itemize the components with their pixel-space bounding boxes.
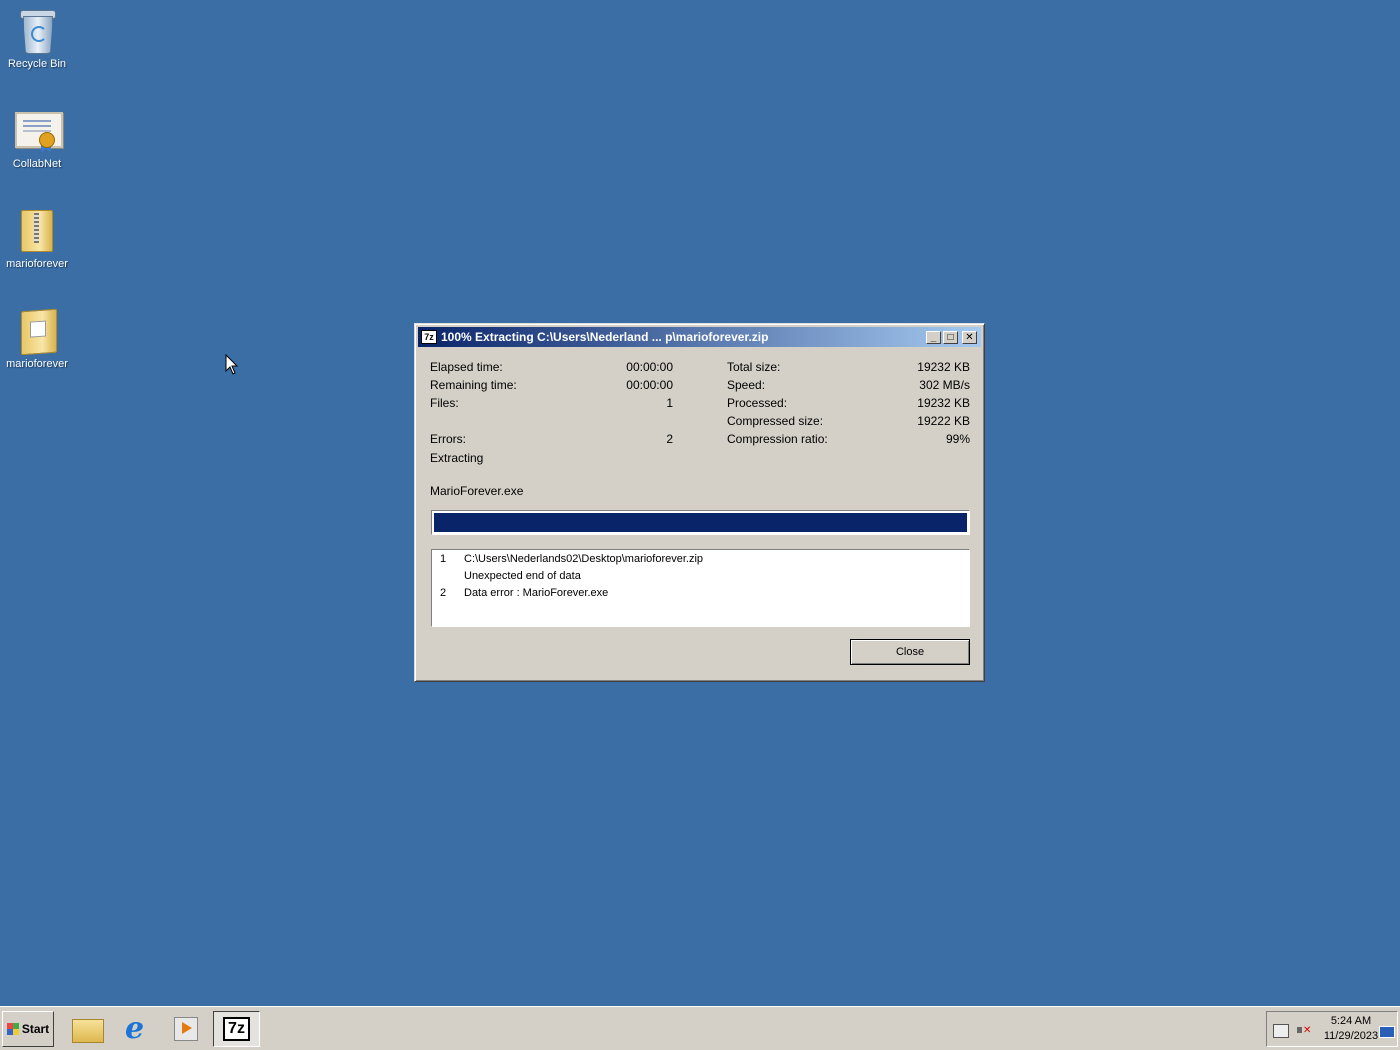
files-label: Files: xyxy=(430,396,459,410)
extract-dialog: 7z 100% Extracting C:\Users\Nederland ..… xyxy=(414,323,985,682)
desktop-icon-label: CollabNet xyxy=(12,158,62,170)
desktop-icon-collabnet[interactable]: CollabNet xyxy=(0,106,74,170)
volume-muted-icon[interactable] xyxy=(1297,1024,1311,1036)
7zip-icon: 7z xyxy=(223,1017,250,1041)
network-icon[interactable] xyxy=(1273,1024,1289,1038)
windows-logo-icon xyxy=(6,1023,19,1035)
error-text: Unexpected end of data xyxy=(464,570,581,582)
taskbar-item-7zip[interactable]: 7z xyxy=(213,1011,260,1047)
zip-folder-icon xyxy=(13,206,61,254)
total-size-label: Total size: xyxy=(727,360,781,374)
speed-label: Speed: xyxy=(727,378,766,392)
compression-ratio-value: 99% xyxy=(945,432,970,446)
desktop-icon-recycle-bin[interactable]: Recycle Bin xyxy=(0,6,74,70)
error-text: C:\Users\Nederlands02\Desktop\marioforev… xyxy=(464,553,704,565)
desktop-icon-marioforever[interactable]: marioforever xyxy=(0,306,74,370)
progress-bar-fill xyxy=(434,513,967,532)
elapsed-time-value: 00:00:00 xyxy=(626,360,673,374)
error-text: Data error : MarioForever.exe xyxy=(464,587,609,599)
desktop-icon-label: marioforever xyxy=(6,258,68,270)
start-label: Start xyxy=(21,1022,50,1036)
clock[interactable]: 5:24 AM 11/29/2023 xyxy=(1319,1014,1383,1044)
elapsed-time-label: Elapsed time: xyxy=(430,360,503,374)
dialog-titlebar[interactable]: 7z 100% Extracting C:\Users\Nederland ..… xyxy=(418,327,981,347)
progress-bar xyxy=(431,510,970,535)
processed-label: Processed: xyxy=(727,396,788,410)
error-number: 2 xyxy=(440,587,447,599)
minimize-button[interactable]: _ xyxy=(926,330,941,344)
certificate-icon xyxy=(13,106,63,154)
action-center-icon[interactable] xyxy=(1379,1026,1395,1038)
errors-value: 2 xyxy=(666,432,673,446)
dialog-title: 100% Extracting C:\Users\Nederland ... p… xyxy=(441,330,769,344)
error-list[interactable]: 1 C:\Users\Nederlands02\Desktop\mariofor… xyxy=(431,549,970,627)
status-text: Extracting xyxy=(430,451,484,465)
remaining-time-label: Remaining time: xyxy=(430,378,517,392)
start-button[interactable]: Start xyxy=(2,1011,54,1047)
compressed-size-value: 19222 KB xyxy=(917,414,970,428)
explorer-icon[interactable] xyxy=(70,1013,104,1045)
close-button[interactable]: Close xyxy=(850,639,970,665)
desktop-icon-label: Recycle Bin xyxy=(7,58,67,70)
desktop-icon-marioforever-zip[interactable]: marioforever xyxy=(0,206,74,270)
remaining-time-value: 00:00:00 xyxy=(626,378,673,392)
processed-value: 19232 KB xyxy=(917,396,970,410)
errors-label: Errors: xyxy=(430,432,466,446)
close-window-button[interactable]: ✕ xyxy=(962,330,977,344)
system-tray: 5:24 AM 11/29/2023 xyxy=(1266,1011,1398,1047)
current-file-name: MarioForever.exe xyxy=(430,484,524,498)
media-player-icon[interactable] xyxy=(170,1013,204,1045)
7zip-app-icon: 7z xyxy=(421,330,437,344)
internet-explorer-icon[interactable] xyxy=(121,1011,155,1046)
recycle-bin-icon xyxy=(13,6,61,54)
taskbar: Start 7z 5:24 AM 11/29/2023 xyxy=(0,1006,1400,1050)
error-number: 1 xyxy=(440,553,447,565)
maximize-button[interactable]: □ xyxy=(943,330,958,344)
zip-folder-icon xyxy=(13,306,61,356)
mouse-cursor-icon xyxy=(225,354,239,375)
compressed-size-label: Compressed size: xyxy=(727,414,824,428)
clock-date: 11/29/2023 xyxy=(1323,1030,1379,1042)
clock-time: 5:24 AM xyxy=(1330,1015,1372,1027)
files-value: 1 xyxy=(666,396,673,410)
compression-ratio-label: Compression ratio: xyxy=(727,432,828,446)
speed-value: 302 MB/s xyxy=(919,378,970,392)
total-size-value: 19232 KB xyxy=(917,360,970,374)
desktop-icon-label: marioforever xyxy=(6,358,68,370)
